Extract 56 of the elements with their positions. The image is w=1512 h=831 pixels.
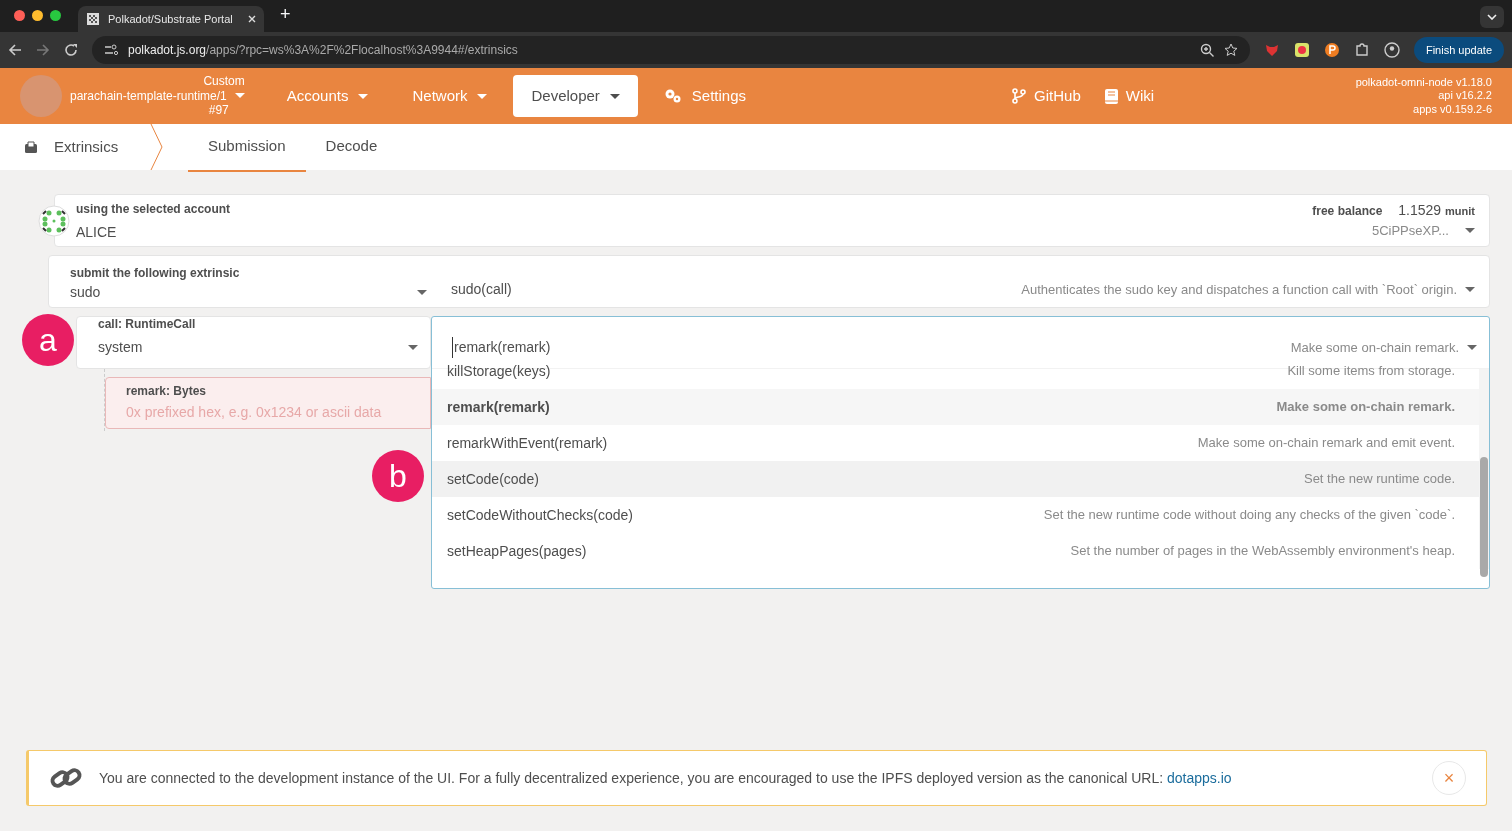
maximize-window-button[interactable] xyxy=(50,10,61,21)
finish-update-button[interactable]: Finish update xyxy=(1413,36,1504,64)
annotation-marker: a xyxy=(22,314,74,366)
section-title: Extrinsics xyxy=(54,136,119,157)
field-label: using the selected account xyxy=(76,201,231,218)
scrollbar-thumb[interactable] xyxy=(1480,457,1488,577)
link-icon xyxy=(49,765,83,791)
back-icon[interactable] xyxy=(8,43,22,57)
reload-icon[interactable] xyxy=(64,43,78,57)
extension-icon[interactable] xyxy=(1293,42,1310,58)
notice-text: You are connected to the development instance of the UI. For a fully decentralized experience, you are encouraged to use the IPFS deployed version as the canonical URL: dotapps.io xyxy=(99,768,1232,788)
profile-icon[interactable] xyxy=(1383,42,1400,58)
zoom-icon[interactable] xyxy=(1199,43,1214,57)
chain-label: Custom xyxy=(202,74,245,89)
account-name[interactable]: ALICE xyxy=(76,222,231,243)
address-bar[interactable]: polkadot.js.org/apps/?rpc=ws%3A%2F%2Flocalhost%3A9944#/extrinsics xyxy=(92,36,1250,64)
tab-search-icon[interactable] xyxy=(1480,6,1504,28)
dropdown-option[interactable]: setHeapPages(pages) Set the number of pages in the WebAssembly environment's heap. xyxy=(432,533,1479,569)
caret-icon xyxy=(234,93,245,99)
call-dropdown[interactable]: sudo(call) Authenticates the sudo key and dispatches a function call with `Root` origin. xyxy=(451,263,1475,300)
site-settings-icon xyxy=(104,44,118,56)
close-window-button[interactable] xyxy=(14,10,25,21)
bytes-input[interactable]: remark: Bytes 0x prefixed hex, e.g. 0x1234 or ascii data xyxy=(105,377,431,429)
settings-icon xyxy=(663,88,682,104)
extension-icon[interactable] xyxy=(1323,42,1340,58)
sub-tab[interactable]: Decode xyxy=(305,122,398,172)
favicon-icon xyxy=(86,12,100,26)
balance-value: 1.1529 munit xyxy=(1398,202,1475,218)
inbox-icon xyxy=(24,140,38,154)
version-text: apps v0.159.2-6 xyxy=(1412,102,1492,116)
sub-tab[interactable]: Submission xyxy=(188,122,306,172)
caret-icon[interactable] xyxy=(1465,228,1475,234)
dropdown-option[interactable]: setCode(code) Set the new runtime code. xyxy=(432,461,1479,497)
balance-label: free balance xyxy=(1312,204,1383,218)
version-text: polkadot-omni-node v1.18.0 xyxy=(1355,76,1492,90)
block-number: #97 xyxy=(207,103,230,118)
branch-icon xyxy=(1012,88,1027,104)
version-text: api v16.2.2 xyxy=(1437,89,1492,103)
pallet-dropdown[interactable]: call: RuntimeCall system xyxy=(76,316,431,369)
dropdown-option[interactable]: remark(remark) Make some on-chain remark. xyxy=(432,389,1479,425)
puzzle-icon[interactable] xyxy=(1353,42,1370,58)
dotapps-link[interactable]: dotapps.io xyxy=(1167,769,1232,786)
star-icon[interactable] xyxy=(1223,43,1238,57)
account-address[interactable]: 5CiPPseXP... xyxy=(1371,221,1449,241)
book-icon xyxy=(1104,88,1118,104)
dropdown-option[interactable]: remarkWithEvent(remark) Make some on-chain remark and emit event. xyxy=(432,425,1479,461)
annotation-marker: b xyxy=(372,450,424,502)
browser-tab[interactable]: Polkadot/Substrate Portal xyxy=(78,6,264,32)
dropdown-option[interactable]: setCodeWithoutChecks(code) Set the new runtime code without doing any checks of the given `code`. xyxy=(432,497,1479,533)
pallet-dropdown[interactable]: sudo xyxy=(70,282,427,303)
nav-menu-item[interactable]: Developer xyxy=(513,74,638,118)
field-label: submit the following extrinsic xyxy=(70,265,241,282)
forward-icon[interactable] xyxy=(36,43,50,57)
close-icon[interactable] xyxy=(248,15,256,23)
minimize-window-button[interactable] xyxy=(32,10,43,21)
new-tab-button[interactable]: + xyxy=(280,1,291,28)
